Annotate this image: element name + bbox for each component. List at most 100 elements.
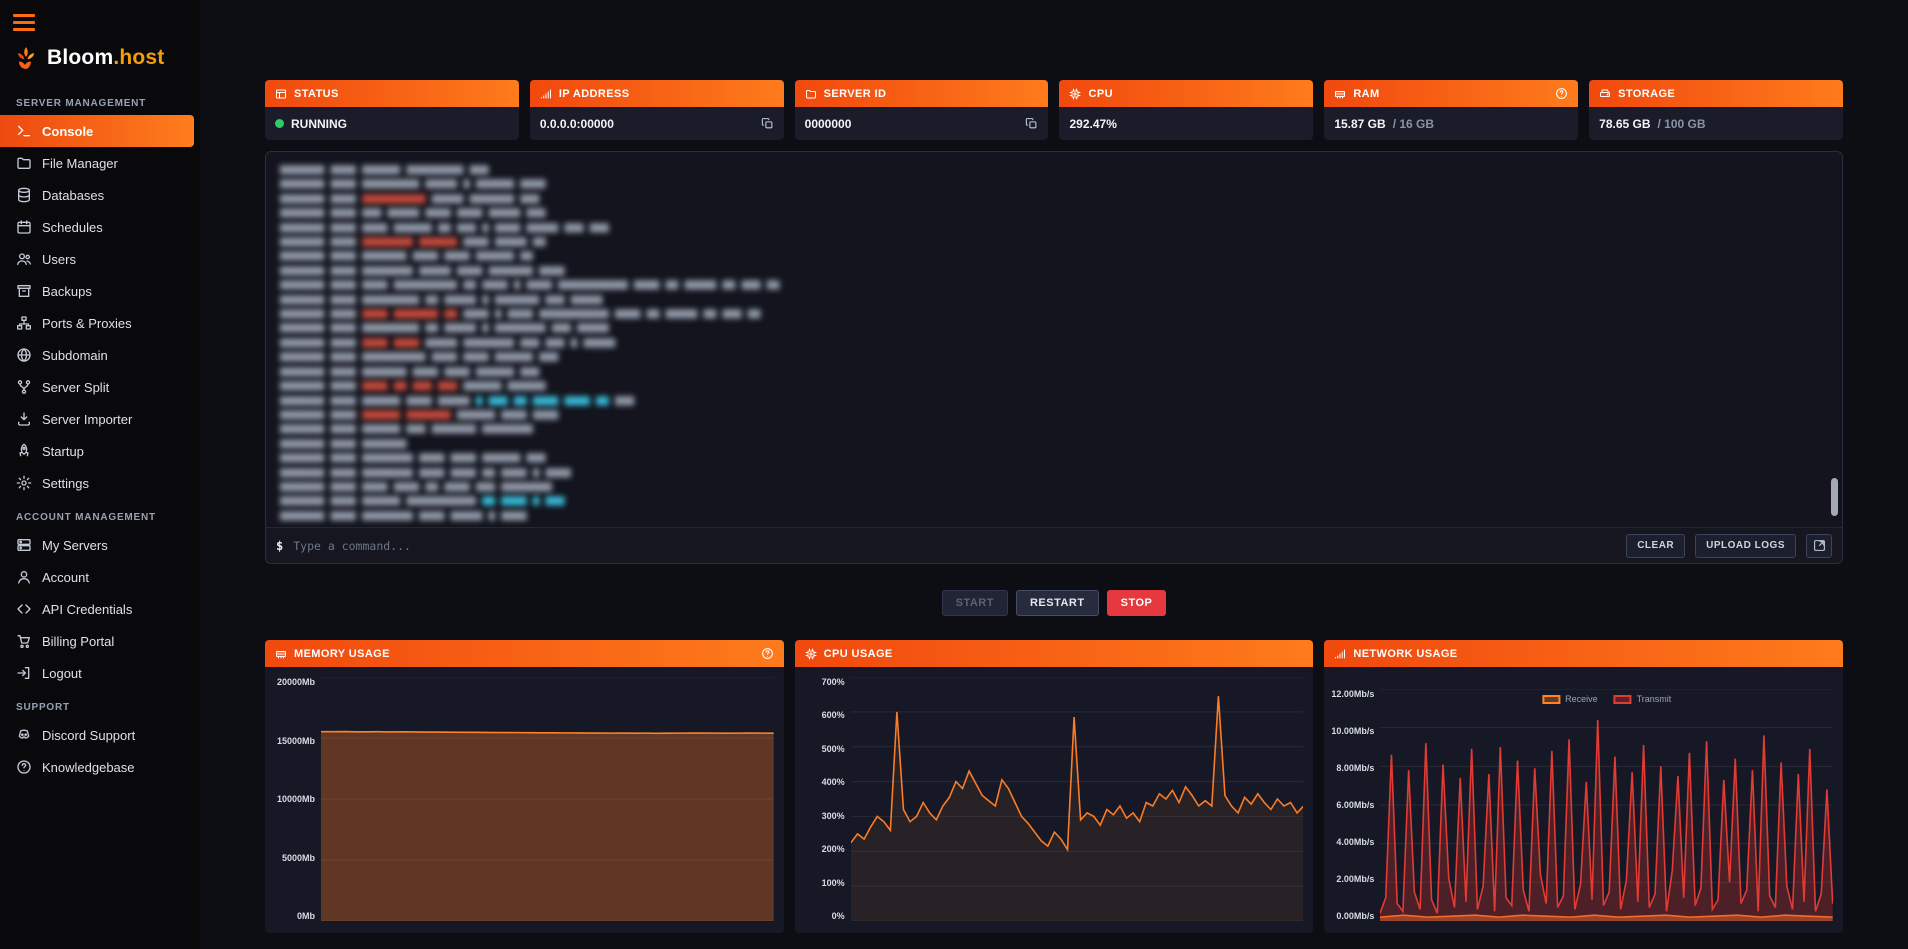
chart-title: MEMORY USAGE	[294, 648, 390, 660]
sidebar-nav: SERVER MANAGEMENT Console File Manager Data…	[0, 85, 200, 783]
memory-icon	[275, 648, 287, 660]
sidebar-item-label: Databases	[42, 188, 104, 203]
sidebar-item-server-importer[interactable]: Server Importer	[0, 403, 194, 435]
help-icon[interactable]	[761, 647, 774, 660]
stat-label: RAM	[1353, 88, 1379, 100]
stat-card-header: CPU	[1059, 80, 1313, 107]
legend-swatch	[1542, 695, 1560, 704]
sidebar-item-schedules[interactable]: Schedules	[0, 211, 194, 243]
legend-swatch	[1614, 695, 1632, 704]
command-prompt: $	[276, 539, 283, 553]
sidebar-item-subdomain[interactable]: Subdomain	[0, 339, 194, 371]
y-tick-label: 600%	[801, 710, 845, 720]
stat-card-header: RAM	[1324, 80, 1578, 107]
sidebar-item-ports-proxies[interactable]: Ports & Proxies	[0, 307, 194, 339]
chart-header: NETWORK USAGE	[1324, 640, 1843, 667]
y-tick-label: 400%	[801, 777, 845, 787]
y-tick-label: 20000Mb	[271, 677, 315, 687]
sidebar-item-my-servers[interactable]: My Servers	[0, 529, 194, 561]
legend-label: Receive	[1565, 694, 1598, 704]
log-line: ▆▆▆▆▆▆▆ ▆▆▆▆ ▆▆▆▆▆▆ ▆▆▆▆▆▆▆▆▆ ▆▆▆	[280, 162, 1828, 176]
sidebar-item-label: API Credentials	[42, 602, 132, 617]
chart-canvas	[321, 677, 774, 921]
log-line: ▆▆▆▆▆▆▆ ▆▆▆▆ ▆▆▆▆▆▆▆▆ ▆▆▆▆ ▆▆▆▆▆ ▆ ▆▆▆▆	[280, 508, 1828, 522]
question-icon	[16, 759, 32, 775]
copy-icon[interactable]	[1025, 117, 1038, 130]
stat-value: 15.87 GB	[1334, 117, 1385, 131]
start-button[interactable]: START	[942, 590, 1008, 616]
stat-card-ip-address: IP ADDRESS0.0.0.0:00000	[530, 80, 784, 140]
y-axis: 12.00Mb/s10.00Mb/s8.00Mb/s6.00Mb/s4.00Mb…	[1330, 689, 1380, 921]
y-tick-label: 200%	[801, 844, 845, 854]
log-line: ▆▆▆▆▆▆▆ ▆▆▆▆ ▆▆▆▆▆▆▆▆▆ ▆▆▆▆▆ ▆ ▆▆▆▆▆▆ ▆▆…	[280, 176, 1828, 190]
archive-icon	[16, 283, 32, 299]
y-tick-label: 0%	[801, 911, 845, 921]
status-dot	[275, 119, 284, 128]
sidebar-item-label: Account	[42, 570, 89, 585]
stat-card-body: 15.87 GB/ 16 GB	[1324, 107, 1578, 140]
stat-value: RUNNING	[291, 117, 347, 131]
sidebar-item-logout[interactable]: Logout	[0, 657, 194, 689]
command-input[interactable]	[293, 539, 1616, 553]
sidebar-item-databases[interactable]: Databases	[0, 179, 194, 211]
globe-icon	[16, 347, 32, 363]
stat-value: 292.47%	[1069, 117, 1116, 131]
expand-icon	[1813, 539, 1826, 552]
chart-header: MEMORY USAGE	[265, 640, 784, 667]
stat-card-body: RUNNING	[265, 107, 519, 140]
log-line: ▆▆▆▆▆▆▆ ▆▆▆▆ ▆▆▆▆▆▆▆▆ ▆▆▆▆ ▆▆▆▆ ▆▆ ▆▆▆▆ …	[280, 465, 1828, 479]
sidebar-item-label: Discord Support	[42, 728, 135, 743]
copy-icon[interactable]	[761, 117, 774, 130]
brand-logo[interactable]: Bloom.host	[0, 41, 200, 85]
nav-section-title: SERVER MANAGEMENT	[0, 85, 200, 115]
y-tick-label: 700%	[801, 677, 845, 687]
sidebar-item-settings[interactable]: Settings	[0, 467, 194, 499]
sidebar-item-server-split[interactable]: Server Split	[0, 371, 194, 403]
sidebar-item-startup[interactable]: Startup	[0, 435, 194, 467]
signal-icon	[1334, 648, 1346, 660]
stat-card-header: STATUS	[265, 80, 519, 107]
stat-card-body: 0000000	[795, 107, 1049, 140]
clear-button[interactable]: CLEAR	[1626, 534, 1685, 558]
sidebar-item-label: Console	[42, 124, 93, 139]
menu-icon[interactable]	[13, 14, 35, 31]
sidebar-item-backups[interactable]: Backups	[0, 275, 194, 307]
sidebar-item-account[interactable]: Account	[0, 561, 194, 593]
stat-label: CPU	[1088, 88, 1112, 100]
chart-plot	[321, 677, 774, 921]
log-line: ▆▆▆▆▆▆▆ ▆▆▆▆ ▆▆▆▆ ▆▆▆▆▆▆▆▆▆▆ ▆▆ ▆▆▆▆ ▆ ▆…	[280, 277, 1828, 291]
sidebar-item-file-manager[interactable]: File Manager	[0, 147, 194, 179]
expand-console-button[interactable]	[1806, 534, 1832, 558]
log-line: ▆▆▆▆▆▆▆ ▆▆▆▆ ▆▆▆▆▆▆▆ ▆▆▆▆ ▆▆▆▆ ▆▆▆▆▆▆ ▆▆	[280, 248, 1828, 262]
stop-button[interactable]: STOP	[1107, 590, 1167, 616]
upload-logs-button[interactable]: UPLOAD LOGS	[1695, 534, 1796, 558]
chart-body: 12.00Mb/s10.00Mb/s8.00Mb/s6.00Mb/s4.00Mb…	[1324, 667, 1843, 933]
sidebar-item-label: File Manager	[42, 156, 118, 171]
memory-icon	[1334, 88, 1346, 100]
log-line: ▆▆▆▆▆▆▆ ▆▆▆▆ ▆▆▆▆ ▆▆▆▆▆▆▆ ▆▆ ▆▆▆▆ ▆ ▆▆▆▆…	[280, 306, 1828, 320]
discord-icon	[16, 727, 32, 743]
chart-card-memory-usage: MEMORY USAGE20000Mb15000Mb10000Mb5000Mb0…	[265, 640, 784, 933]
scrollbar-thumb[interactable]	[1831, 478, 1838, 516]
sidebar-item-label: Knowledgebase	[42, 760, 135, 775]
sidebar-item-label: Schedules	[42, 220, 103, 235]
help-icon[interactable]	[1555, 87, 1568, 100]
stat-card-ram: RAM 15.87 GB/ 16 GB	[1324, 80, 1578, 140]
stat-value: 78.65 GB	[1599, 117, 1650, 131]
sidebar-item-discord-support[interactable]: Discord Support	[0, 719, 194, 751]
log-line: ▆▆▆▆▆▆▆ ▆▆▆▆ ▆▆▆▆▆▆▆▆ ▆▆▆▆ ▆▆▆▆ ▆▆▆▆▆▆ ▆…	[280, 450, 1828, 464]
console-log[interactable]: ▆▆▆▆▆▆▆ ▆▆▆▆ ▆▆▆▆▆▆ ▆▆▆▆▆▆▆▆▆ ▆▆▆▆▆▆▆▆▆▆…	[266, 152, 1842, 527]
restart-button[interactable]: RESTART	[1016, 590, 1099, 616]
log-line: ▆▆▆▆▆▆▆ ▆▆▆▆ ▆▆▆▆ ▆▆▆▆▆▆ ▆▆ ▆▆▆ ▆ ▆▆▆▆ ▆…	[280, 220, 1828, 234]
folder-icon	[805, 88, 817, 100]
chart-plot: Receive Transmit	[1380, 689, 1833, 921]
sidebar-item-billing-portal[interactable]: Billing Portal	[0, 625, 194, 657]
legend-label: Transmit	[1637, 694, 1672, 704]
sidebar-item-users[interactable]: Users	[0, 243, 194, 275]
sidebar-item-knowledgebase[interactable]: Knowledgebase	[0, 751, 194, 783]
sidebar-item-console[interactable]: Console	[0, 115, 194, 147]
sidebar-item-api-credentials[interactable]: API Credentials	[0, 593, 194, 625]
chart-header: CPU USAGE	[795, 640, 1314, 667]
y-tick-label: 15000Mb	[271, 736, 315, 746]
y-tick-label: 12.00Mb/s	[1330, 689, 1374, 699]
